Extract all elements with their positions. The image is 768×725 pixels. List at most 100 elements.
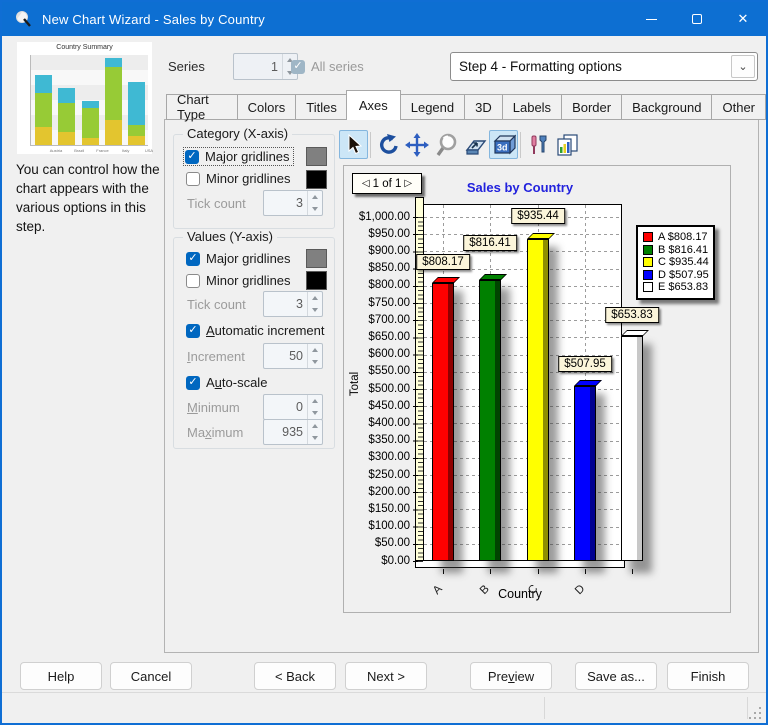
preview-bar-3	[81, 101, 99, 145]
minimum-up[interactable]	[308, 395, 322, 407]
tab-axes[interactable]: Axes	[345, 90, 401, 120]
maximum-down[interactable]	[308, 432, 322, 444]
zoom-button[interactable]	[431, 130, 460, 159]
preview-x-label: USA	[144, 148, 154, 153]
auto-scale-checkbox[interactable]: Auto-scale	[186, 375, 267, 390]
help-button[interactable]: Help	[20, 662, 102, 690]
values-minor-gridline-color-swatch[interactable]	[306, 271, 327, 290]
increment-spinner[interactable]: 50	[263, 343, 323, 369]
maximum-spinner[interactable]: 935	[263, 419, 323, 445]
values-major-gridlines-checkbox[interactable]: Major gridlines	[186, 251, 291, 266]
minimize-button[interactable]	[628, 2, 674, 36]
toolbar-separator	[370, 131, 371, 158]
maximum-up[interactable]	[308, 420, 322, 432]
tab-titles[interactable]: Titles	[295, 94, 347, 120]
new-chart-wizard-dialog: New Chart Wizard - Sales by Country ✕ Co…	[0, 0, 768, 725]
maximum-label: Maximum	[187, 425, 244, 440]
title-bar[interactable]: New Chart Wizard - Sales by Country ✕	[2, 2, 766, 36]
minimum-spinner[interactable]: 0	[263, 394, 323, 420]
tab-background[interactable]: Background	[621, 94, 712, 120]
tab-labels[interactable]: Labels	[501, 94, 562, 120]
automatic-increment-label: Automatic increment	[206, 323, 325, 338]
values-minor-gridlines-box[interactable]	[186, 273, 200, 288]
all-series-checkbox[interactable]: All series	[291, 59, 364, 74]
undo-button[interactable]	[373, 130, 402, 159]
data-label-D: $507.95	[558, 356, 612, 373]
status-bar	[2, 692, 766, 723]
category-major-gridlines-checkbox[interactable]: Major gridlines	[183, 147, 294, 166]
category-major-gridline-color-swatch[interactable]	[306, 147, 327, 166]
preview-x-label: Brazil	[74, 148, 85, 153]
category-tick-count-spinner[interactable]: 3	[263, 190, 323, 216]
series-spinner[interactable]: 1	[233, 53, 298, 80]
automatic-increment-box[interactable]	[186, 323, 200, 338]
next-button[interactable]: Next >	[345, 662, 427, 690]
chart-gallery-button[interactable]	[552, 130, 581, 159]
y-tick-label: $950.00	[368, 227, 410, 240]
increment-down[interactable]	[308, 356, 322, 368]
legend-swatch	[643, 232, 653, 243]
tab-colors[interactable]: Colors	[236, 94, 296, 120]
preview-x-label: Italy	[122, 148, 130, 153]
increment-up[interactable]	[308, 344, 322, 356]
wizard-step-dropdown[interactable]: Step 4 - Formatting options ⌄	[450, 52, 758, 81]
auto-scale-box[interactable]	[186, 375, 200, 390]
view-2d-button[interactable]	[460, 130, 489, 159]
back-button[interactable]: < Back	[254, 662, 336, 690]
values-minor-gridlines-checkbox[interactable]: Minor gridlines	[186, 273, 291, 288]
values-major-gridlines-box[interactable]	[186, 251, 200, 266]
category-tick-count-label: Tick count	[187, 196, 246, 211]
wizard-app-icon	[16, 11, 31, 27]
category-major-gridlines-box[interactable]	[185, 149, 199, 164]
values-major-gridline-color-swatch[interactable]	[306, 249, 327, 268]
all-series-checkbox-box[interactable]	[291, 59, 305, 74]
preview-bar-1	[35, 75, 52, 145]
chevron-down-icon[interactable]: ⌄	[731, 55, 755, 78]
maximize-button[interactable]	[674, 2, 720, 36]
tab-legend[interactable]: Legend	[399, 94, 465, 120]
pan-button[interactable]	[402, 130, 431, 159]
resize-grip[interactable]	[759, 707, 761, 709]
preview-bar-2	[58, 88, 76, 145]
y-tick-label: $0.00	[381, 554, 410, 567]
tools-button[interactable]	[523, 130, 552, 159]
prev-page-icon[interactable]: ◁	[362, 178, 370, 189]
cancel-button[interactable]: Cancel	[110, 662, 192, 690]
chart-page-nav[interactable]: ◁ 1 of 1 ▷	[352, 173, 422, 194]
pointer-button[interactable]	[339, 130, 368, 159]
y-tick-label: $900.00	[368, 244, 410, 257]
tab-other[interactable]: Other	[711, 94, 766, 120]
category-minor-gridline-color-swatch[interactable]	[306, 170, 327, 189]
save-as-button[interactable]: Save as...	[575, 662, 657, 690]
minimum-down[interactable]	[308, 407, 322, 419]
next-page-icon[interactable]: ▷	[404, 178, 412, 189]
preview-segment	[35, 93, 52, 127]
chart-legend: A $808.17 B $816.41 C $935.44 D $507.95 E $6…	[636, 225, 715, 300]
bar-B	[479, 280, 501, 561]
wizard-preview-image: Country Summary Austria Brazil France Italy…	[17, 42, 153, 154]
all-series-label: All series	[311, 59, 364, 74]
values-tick-up[interactable]	[308, 292, 322, 304]
category-minor-gridlines-checkbox[interactable]: Minor gridlines	[186, 171, 291, 186]
category-minor-gridlines-box[interactable]	[186, 171, 200, 186]
tab-3d[interactable]: 3D	[464, 94, 502, 120]
wizard-step-description: You can control how the chart appears wi…	[16, 162, 160, 234]
y-tick-label: $800.00	[368, 279, 410, 292]
data-label-E: $653.83	[605, 307, 659, 324]
preview-button[interactable]: Pre v iew	[470, 662, 552, 690]
values-tick-down[interactable]	[308, 304, 322, 316]
preview-segment	[104, 120, 122, 145]
svg-text:3d: 3d	[497, 142, 508, 152]
close-button[interactable]: ✕	[720, 2, 766, 36]
tab-border[interactable]: Border	[561, 94, 622, 120]
category-tick-down[interactable]	[308, 203, 322, 215]
automatic-increment-checkbox[interactable]: Automatic increment	[186, 323, 325, 338]
category-tick-up[interactable]	[308, 191, 322, 203]
tab-chart-type[interactable]: Chart Type	[166, 92, 237, 122]
values-tick-count-spinner[interactable]: 3	[263, 291, 323, 317]
legend-label: A $808.17	[658, 231, 708, 244]
view-3d-button[interactable]: 3d	[489, 130, 518, 159]
finish-button[interactable]: Finish	[667, 662, 749, 690]
toolbar-separator	[520, 131, 521, 158]
preview-x-label: Austria	[49, 148, 63, 153]
